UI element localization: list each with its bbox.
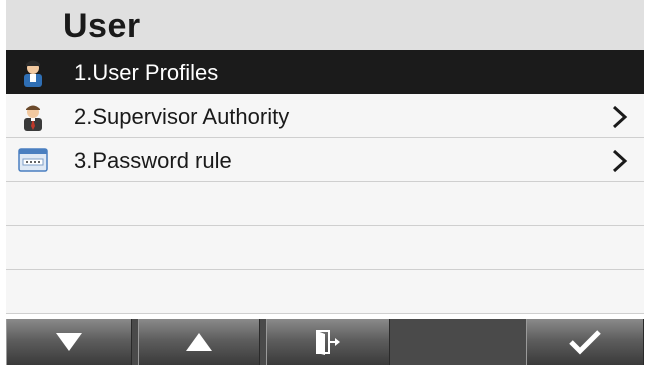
menu-item-supervisor-authority[interactable]: 2.Supervisor Authority	[6, 94, 644, 138]
menu-item-user-profiles[interactable]: 1.User Profiles	[6, 50, 644, 94]
down-arrow-icon	[56, 333, 82, 351]
empty-row	[6, 182, 644, 226]
menu-item-label: 2.Supervisor Authority	[74, 104, 290, 129]
supervisor-icon	[24, 105, 42, 131]
menu-item-label: 1.User Profiles	[74, 60, 219, 85]
scroll-down-button[interactable]	[6, 319, 132, 365]
user-menu-screen: User 1.User Profiles 2.Supervisor Author…	[0, 0, 648, 365]
chevron-right-icon	[612, 149, 628, 173]
exit-button[interactable]	[266, 319, 390, 365]
scroll-up-button[interactable]	[138, 319, 260, 365]
empty-row	[6, 226, 644, 270]
empty-row	[6, 270, 644, 314]
header: User	[6, 0, 644, 50]
exit-icon	[316, 330, 340, 355]
page-title: User	[63, 7, 141, 45]
menu-item-label: 3.Password rule	[74, 148, 232, 173]
chevron-right-icon	[612, 105, 628, 129]
confirm-button[interactable]	[526, 319, 644, 365]
menu-list: 1.User Profiles 2.Supervisor Authority 3…	[6, 50, 644, 314]
toolbar	[6, 319, 644, 365]
password-icon	[18, 148, 48, 172]
user-profile-icon	[24, 60, 42, 87]
up-arrow-icon	[186, 333, 212, 351]
menu-item-password-rule[interactable]: 3.Password rule	[6, 138, 644, 182]
checkmark-icon	[569, 330, 601, 355]
